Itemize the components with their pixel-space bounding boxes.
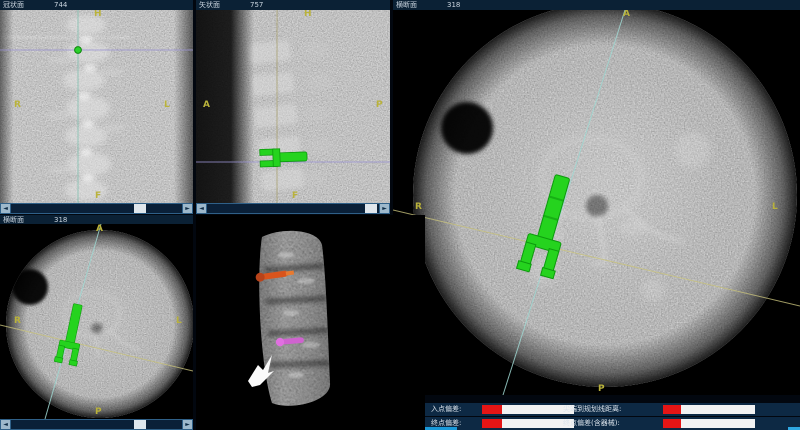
panel-axial-small-title: 横断面	[3, 215, 24, 225]
scroll-thumb[interactable]	[134, 204, 146, 213]
panel-axial-small-viewport[interactable]: A R L P	[0, 224, 193, 419]
scroll-left-button[interactable]: ◄	[197, 204, 206, 213]
sagittal-ct-image	[196, 10, 390, 203]
volume-render-spine	[196, 215, 425, 430]
orientation-label-bottom: F	[95, 192, 101, 201]
entry-point-marker[interactable]	[75, 47, 82, 54]
scroll-right-button[interactable]: ►	[380, 204, 389, 213]
orientation-label-bottom: P	[95, 408, 102, 417]
axial-main-ct-image	[393, 10, 800, 395]
panel-coronal-title: 冠状面	[3, 0, 24, 10]
scroll-thumb[interactable]	[365, 204, 377, 213]
orientation-label-top: A	[623, 10, 630, 19]
scroll-right-button[interactable]: ►	[183, 204, 192, 213]
panel-coronal-viewport[interactable]: H R L F	[0, 10, 193, 203]
metric-label-target-deviation-instrument: 终点偏差(含器械):	[563, 417, 620, 430]
panel-axial-small: 横断面 318	[0, 215, 193, 430]
orientation-label-top: A	[96, 225, 103, 234]
panel-sagittal-title: 矢状面	[199, 0, 220, 10]
metric-bar-target-deviation-instrument	[663, 419, 755, 428]
scroll-left-button[interactable]: ◄	[1, 204, 10, 213]
orientation-label-right: L	[176, 317, 182, 326]
slice-scrollbar-coronal[interactable]: ◄ ►	[0, 203, 193, 214]
orientation-label-right: P	[376, 101, 383, 110]
orientation-label-left: A	[203, 101, 210, 110]
metric-bar-fill	[663, 419, 681, 428]
metric-bar-target-deviation	[482, 419, 574, 428]
orientation-label-left: R	[14, 317, 21, 326]
metrics-row-2: 终点偏差: 终点偏差(含器械):	[425, 417, 800, 430]
scroll-thumb[interactable]	[134, 420, 146, 429]
orientation-label-top: H	[94, 10, 102, 19]
metric-bar-fill	[482, 419, 502, 428]
panel-coronal: 冠状面 744	[0, 0, 193, 214]
panel-axial-main: 横断面 318	[393, 0, 800, 395]
scroll-left-button[interactable]: ◄	[1, 420, 10, 429]
panel-axial-small-header: 横断面 318	[0, 215, 193, 224]
sagittal-dark-region	[196, 10, 390, 203]
panel-axial-small-slice-number: 318	[54, 216, 67, 224]
metric-label-entry-deviation: 入点偏差:	[431, 403, 461, 416]
metric-label-tip-distance: 尖端到规划线距离:	[563, 403, 621, 416]
panel-sagittal-viewport[interactable]: H A P F	[196, 10, 390, 203]
metric-bar-tip-distance	[663, 405, 755, 414]
scroll-track[interactable]	[206, 204, 380, 213]
panel-sagittal-slice-number: 757	[250, 1, 263, 9]
orientation-label-right: L	[772, 203, 778, 212]
slice-scrollbar-axial-small[interactable]: ◄ ►	[0, 419, 193, 430]
slice-scrollbar-sagittal[interactable]: ◄ ►	[196, 203, 390, 214]
panel-coronal-header: 冠状面 744	[0, 0, 193, 10]
panel-3d-volume[interactable]	[196, 215, 425, 430]
metric-bar-fill	[482, 405, 502, 414]
surgical-navigation-app: 冠状面 744	[0, 0, 800, 430]
panel-axial-main-title: 横断面	[396, 0, 417, 10]
deviation-metrics-panel: 入点偏差: 尖端到规划线距离: 终点偏差: 终点偏差(含器械):	[425, 400, 800, 430]
metric-bar-entry-deviation	[482, 405, 574, 414]
orientation-label-top: H	[304, 10, 312, 19]
metric-bar-fill	[663, 405, 681, 414]
panel-sagittal: 矢状面 757	[196, 0, 390, 214]
scroll-track[interactable]	[10, 204, 183, 213]
panel-axial-main-viewport[interactable]: A R L P	[393, 10, 800, 395]
metrics-row-1: 入点偏差: 尖端到规划线距离:	[425, 403, 800, 416]
panel-sagittal-header: 矢状面 757	[196, 0, 390, 10]
panel-axial-main-header: 横断面 318	[393, 0, 800, 10]
orientation-label-left: R	[14, 101, 21, 110]
scroll-track[interactable]	[10, 420, 183, 429]
panel-coronal-slice-number: 744	[54, 1, 67, 9]
orientation-label-left: R	[415, 203, 422, 212]
orientation-label-bottom: F	[292, 192, 298, 201]
panel-axial-main-slice-number: 318	[447, 1, 460, 9]
spine-volume-texture	[196, 215, 425, 430]
axial-small-ct-image	[0, 224, 193, 419]
orientation-label-bottom: P	[598, 385, 605, 394]
scroll-right-button[interactable]: ►	[183, 420, 192, 429]
orientation-label-right: L	[164, 101, 170, 110]
